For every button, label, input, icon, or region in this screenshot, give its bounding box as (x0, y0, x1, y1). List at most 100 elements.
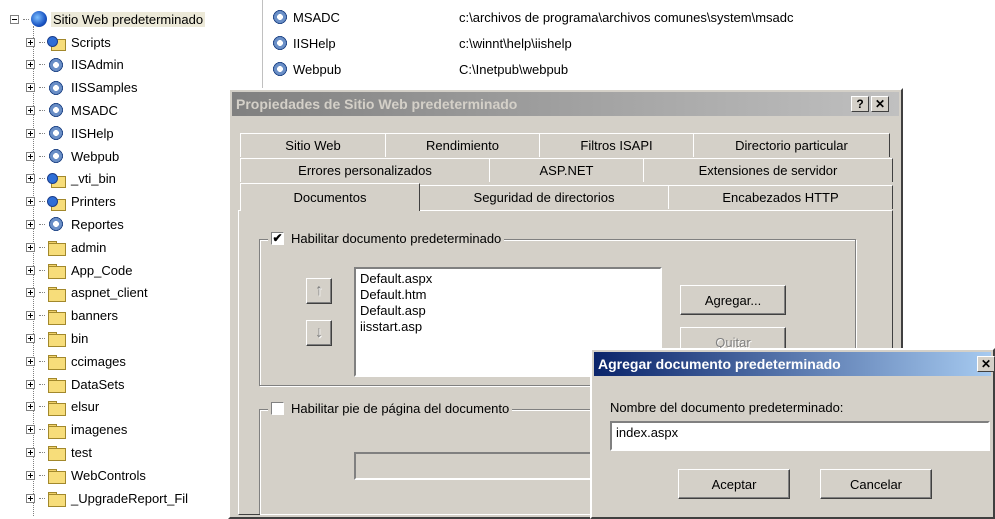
tree-item[interactable]: Printers (26, 191, 118, 213)
tree-item-label[interactable]: _UpgradeReport_Fil (69, 491, 190, 506)
list-row[interactable]: IISHelp c:\winnt\help\iishelp (271, 32, 572, 54)
tree-item-label[interactable]: test (69, 445, 94, 460)
expand-icon[interactable] (26, 174, 35, 184)
tree-item-label[interactable]: IISSamples (69, 80, 139, 95)
list-item[interactable]: Default.htm (360, 287, 656, 303)
tab-asp-net[interactable]: ASP.NET (489, 158, 644, 182)
tab-sitio-web[interactable]: Sitio Web (240, 133, 386, 157)
tree-item-label[interactable]: WebControls (69, 468, 148, 483)
enable-footer-checkbox[interactable] (271, 402, 284, 415)
expand-icon[interactable] (26, 265, 35, 275)
tree-item[interactable]: _UpgradeReport_Fil (26, 487, 190, 509)
add-dialog-close-button[interactable]: ✕ (977, 356, 995, 372)
tree-root-label[interactable]: Sitio Web predeterminado (51, 11, 206, 27)
expand-icon[interactable] (26, 242, 35, 252)
add-dialog-title-bar[interactable]: Agregar documento predeterminado (594, 352, 991, 376)
tree-item[interactable]: WebControls (26, 464, 148, 486)
tab-documentos[interactable]: Documentos (240, 183, 420, 211)
tab-extensiones-servidor[interactable]: Extensiones de servidor (643, 158, 893, 182)
arrow-down-icon: ↓ (315, 324, 323, 341)
accept-button[interactable]: Aceptar (678, 469, 790, 499)
tree-item[interactable]: Reportes (26, 213, 126, 235)
expand-icon[interactable] (26, 470, 35, 480)
expand-icon[interactable] (26, 288, 35, 298)
expand-icon[interactable] (26, 402, 35, 412)
tree-item[interactable]: IISHelp (26, 122, 116, 144)
tab-encabezados-http[interactable]: Encabezados HTTP (668, 185, 893, 209)
tree-item-label[interactable]: aspnet_client (69, 285, 150, 300)
enable-default-doc-checkbox[interactable]: ✔ (271, 232, 284, 245)
tab-filtros-isapi[interactable]: Filtros ISAPI (539, 133, 694, 157)
expand-icon[interactable] (26, 311, 35, 321)
expand-icon[interactable] (26, 333, 35, 343)
tree-item-label[interactable]: _vti_bin (69, 171, 118, 186)
tree-item-label[interactable]: Printers (69, 194, 118, 209)
tree-item-label[interactable]: bin (69, 331, 90, 346)
expand-icon[interactable] (26, 425, 35, 435)
tree-item-label[interactable]: App_Code (69, 263, 134, 278)
tree-item[interactable]: IISSamples (26, 77, 139, 99)
tree-root[interactable]: Sitio Web predeterminado (10, 8, 206, 30)
expand-icon[interactable] (26, 151, 35, 161)
tree-item[interactable]: aspnet_client (26, 282, 150, 304)
document-name-input[interactable]: index.aspx (610, 421, 990, 451)
move-down-button[interactable]: ↓ (306, 320, 332, 346)
tree-item-label[interactable]: IISAdmin (69, 57, 126, 72)
list-item[interactable]: Default.asp (360, 303, 656, 319)
tree-item-label[interactable]: imagenes (69, 422, 129, 437)
tree-item-label[interactable]: admin (69, 240, 108, 255)
expand-icon[interactable] (26, 356, 35, 366)
list-row[interactable]: MSADC c:\archivos de programa\archivos c… (271, 6, 794, 28)
folder-icon (47, 467, 66, 485)
tree-item-label[interactable]: Reportes (69, 217, 126, 232)
expand-icon[interactable] (26, 60, 35, 70)
tree-item-label[interactable]: elsur (69, 399, 101, 414)
dialog-title-bar[interactable]: Propiedades de Sitio Web predeterminado (232, 92, 899, 116)
tree-item-label[interactable]: ccimages (69, 354, 128, 369)
expand-icon[interactable] (26, 128, 35, 138)
tree-item[interactable]: MSADC (26, 99, 120, 121)
tree-item-label[interactable]: banners (69, 308, 120, 323)
expand-icon[interactable] (26, 197, 35, 207)
list-item[interactable]: Default.aspx (360, 271, 656, 287)
tab-rendimiento[interactable]: Rendimiento (385, 133, 540, 157)
list-row[interactable]: Webpub C:\Inetpub\webpub (271, 58, 568, 80)
expand-icon[interactable] (26, 105, 35, 115)
tree-item-label[interactable]: DataSets (69, 377, 126, 392)
tree-item[interactable]: elsur (26, 396, 101, 418)
move-up-button[interactable]: ↑ (306, 278, 332, 304)
globe-icon (31, 11, 47, 27)
help-button[interactable]: ? (851, 96, 869, 112)
tree-item[interactable]: Scripts (26, 31, 113, 53)
tree-item[interactable]: imagenes (26, 419, 129, 441)
tree-item[interactable]: admin (26, 236, 108, 258)
tree-item[interactable]: _vti_bin (26, 168, 118, 190)
tree-item[interactable]: test (26, 441, 94, 463)
tree-item[interactable]: DataSets (26, 373, 126, 395)
expand-icon[interactable] (26, 447, 35, 457)
tab-directorio-particular[interactable]: Directorio particular (693, 133, 890, 157)
tab-errores-personalizados[interactable]: Errores personalizados (240, 158, 490, 182)
list-item[interactable]: iisstart.asp (360, 319, 656, 335)
tree-item[interactable]: bin (26, 327, 90, 349)
tab-seguridad-directorios[interactable]: Seguridad de directorios (419, 185, 669, 209)
expand-icon[interactable] (26, 219, 35, 229)
close-button[interactable]: ✕ (871, 96, 889, 112)
tree-item-label[interactable]: MSADC (69, 103, 120, 118)
tree-item-label[interactable]: Scripts (69, 35, 113, 50)
tree-item-label[interactable]: Webpub (69, 149, 121, 164)
add-button[interactable]: Agregar... (680, 285, 786, 315)
expand-icon[interactable] (26, 493, 35, 503)
footer-path-field[interactable] (354, 452, 594, 480)
tree-item-label[interactable]: IISHelp (69, 126, 116, 141)
tree-item[interactable]: banners (26, 305, 120, 327)
tree-item[interactable]: Webpub (26, 145, 121, 167)
collapse-icon[interactable] (10, 14, 19, 24)
expand-icon[interactable] (26, 379, 35, 389)
expand-icon[interactable] (26, 83, 35, 93)
tree-item[interactable]: App_Code (26, 259, 134, 281)
expand-icon[interactable] (26, 37, 35, 47)
cancel-button[interactable]: Cancelar (820, 469, 932, 499)
tree-item[interactable]: IISAdmin (26, 54, 126, 76)
tree-item[interactable]: ccimages (26, 350, 128, 372)
